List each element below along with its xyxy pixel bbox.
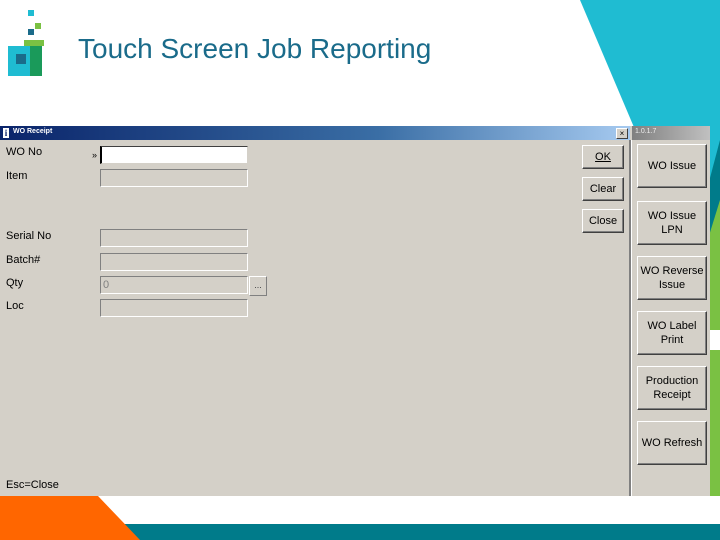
window-close-button[interactable]: × <box>616 128 628 139</box>
wo-issue-lpn-label: WO Issue LPN <box>647 210 697 236</box>
side-panel-titlebar: 1.0.1.7 <box>632 126 710 140</box>
window-titlebar: i WO Receipt × <box>0 126 630 140</box>
wo-receipt-window: i WO Receipt × 1.0.1.7 WO No » Item Seri… <box>0 126 710 496</box>
wo-refresh-label: WO Refresh <box>641 437 703 449</box>
wo-reverse-issue-label: WO Reverse Issue <box>640 265 704 291</box>
wo-issue-label: WO Issue <box>647 160 697 172</box>
slide-title: Touch Screen Job Reporting <box>78 33 432 64</box>
production-receipt-label: Production Receipt <box>645 375 699 401</box>
serial-no-input[interactable] <box>100 229 248 247</box>
item-label: Item <box>6 170 28 182</box>
ok-button-label: OK <box>595 151 611 163</box>
wo-label-print-label: WO Label Print <box>647 320 697 346</box>
wo-refresh-button[interactable]: WO Refresh <box>637 421 707 465</box>
window-title: WO Receipt <box>13 128 53 135</box>
item-input[interactable] <box>100 169 248 187</box>
esc-close-hint: Esc=Close <box>6 479 59 491</box>
ok-button[interactable]: OK <box>582 145 624 169</box>
production-receipt-button[interactable]: Production Receipt <box>637 366 707 410</box>
wo-issue-lpn-button[interactable]: WO Issue LPN <box>637 201 707 245</box>
qty-input[interactable]: 0 <box>100 276 248 294</box>
batch-input[interactable] <box>100 253 248 271</box>
wo-label-print-button[interactable]: WO Label Print <box>637 311 707 355</box>
qty-label: Qty <box>6 277 24 289</box>
wo-reverse-issue-button[interactable]: WO Reverse Issue <box>637 256 707 300</box>
info-icon: i <box>3 128 9 138</box>
side-panel-title: 1.0.1.7 <box>635 128 657 135</box>
serial-no-label: Serial No <box>6 230 52 242</box>
loc-label: Loc <box>6 300 24 312</box>
wo-no-label: WO No <box>6 146 43 158</box>
wo-issue-button[interactable]: WO Issue <box>637 144 707 188</box>
qty-lookup-button[interactable]: ... <box>249 276 267 296</box>
wo-no-input[interactable] <box>100 146 248 164</box>
loc-input[interactable] <box>100 299 248 317</box>
clear-button-label: Clear <box>589 183 617 195</box>
panel-divider <box>629 140 632 496</box>
focus-marker: » <box>92 150 98 160</box>
clear-button[interactable]: Clear <box>582 177 624 201</box>
close-button[interactable]: Close <box>582 209 624 233</box>
batch-label: Batch# <box>6 254 41 266</box>
logo <box>8 10 48 78</box>
close-button-label: Close <box>588 215 618 227</box>
